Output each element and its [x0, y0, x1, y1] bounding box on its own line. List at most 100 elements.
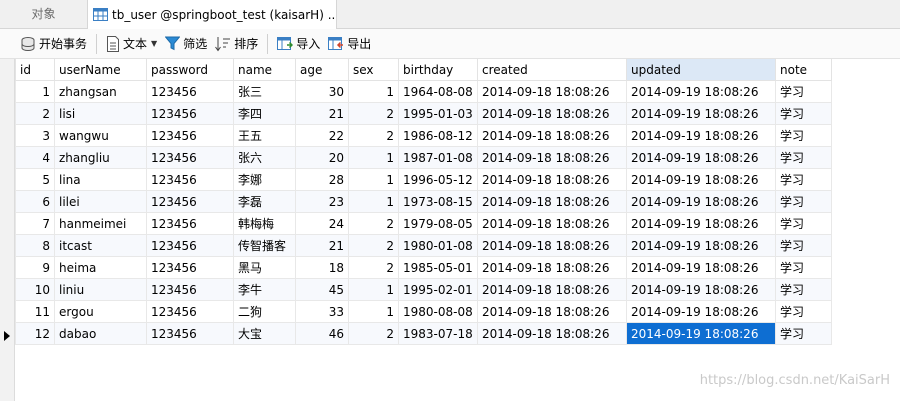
table-row[interactable]: 9 heima 123456 黑马 18 2 1985-05-01 2014-09-18 18…: [15, 256, 832, 279]
cell-id[interactable]: 4: [15, 146, 55, 169]
table-row[interactable]: 6 lilei 123456 李磊 23 1 1973-08-15 2014-09-18 18…: [15, 190, 832, 213]
column-header-age[interactable]: age: [295, 59, 349, 81]
cell-age[interactable]: 21: [295, 102, 349, 125]
cell-note[interactable]: 学习: [775, 256, 832, 279]
cell-updated[interactable]: 2014-09-19 18:08:26: [626, 234, 776, 257]
cell-updated[interactable]: 2014-09-19 18:08:26: [626, 124, 776, 147]
cell-name[interactable]: 张六: [233, 146, 296, 169]
cell-birthday[interactable]: 1986-08-12: [398, 124, 478, 147]
cell-username[interactable]: zhangliu: [54, 146, 147, 169]
cell-username[interactable]: lina: [54, 168, 147, 191]
column-header-note[interactable]: note: [775, 59, 832, 81]
cell-note[interactable]: 学习: [775, 102, 832, 125]
cell-name[interactable]: 李牛: [233, 278, 296, 301]
cell-created[interactable]: 2014-09-18 18:08:26: [477, 212, 627, 235]
cell-sex[interactable]: 2: [348, 102, 399, 125]
cell-created[interactable]: 2014-09-18 18:08:26: [477, 190, 627, 213]
cell-id[interactable]: 5: [15, 168, 55, 191]
cell-age[interactable]: 33: [295, 300, 349, 323]
cell-username[interactable]: lilei: [54, 190, 147, 213]
cell-password[interactable]: 123456: [146, 278, 234, 301]
chevron-down-icon[interactable]: ▼: [151, 39, 157, 48]
sort-button[interactable]: 排序: [211, 32, 262, 56]
cell-created[interactable]: 2014-09-18 18:08:26: [477, 256, 627, 279]
cell-id[interactable]: 9: [15, 256, 55, 279]
cell-password[interactable]: 123456: [146, 168, 234, 191]
cell-age[interactable]: 28: [295, 168, 349, 191]
cell-created[interactable]: 2014-09-18 18:08:26: [477, 146, 627, 169]
cell-id[interactable]: 10: [15, 278, 55, 301]
tab-tb-user[interactable]: tb_user @springboot_test (kaisarH) ...: [87, 0, 337, 29]
cell-username[interactable]: dabao: [54, 322, 147, 345]
table-row[interactable]: 5 lina 123456 李娜 28 1 1996-05-12 2014-09-18 18:…: [15, 168, 832, 191]
cell-sex[interactable]: 1: [348, 146, 399, 169]
cell-name[interactable]: 黑马: [233, 256, 296, 279]
cell-username[interactable]: hanmeimei: [54, 212, 147, 235]
column-header-created[interactable]: created: [477, 59, 627, 81]
cell-birthday[interactable]: 1964-08-08: [398, 80, 478, 103]
cell-sex[interactable]: 2: [348, 234, 399, 257]
cell-created[interactable]: 2014-09-18 18:08:26: [477, 80, 627, 103]
cell-updated[interactable]: 2014-09-19 18:08:26: [626, 278, 776, 301]
cell-age[interactable]: 21: [295, 234, 349, 257]
cell-sex[interactable]: 2: [348, 124, 399, 147]
cell-note[interactable]: 学习: [775, 146, 832, 169]
cell-username[interactable]: zhangsan: [54, 80, 147, 103]
cell-password[interactable]: 123456: [146, 190, 234, 213]
cell-note[interactable]: 学习: [775, 124, 832, 147]
cell-updated[interactable]: 2014-09-19 18:08:26: [626, 102, 776, 125]
cell-name[interactable]: 张三: [233, 80, 296, 103]
cell-age[interactable]: 23: [295, 190, 349, 213]
cell-sex[interactable]: 1: [348, 190, 399, 213]
cell-password[interactable]: 123456: [146, 300, 234, 323]
cell-birthday[interactable]: 1979-08-05: [398, 212, 478, 235]
cell-sex[interactable]: 2: [348, 256, 399, 279]
cell-name[interactable]: 韩梅梅: [233, 212, 296, 235]
cell-sex[interactable]: 2: [348, 322, 399, 345]
cell-age[interactable]: 46: [295, 322, 349, 345]
cell-sex[interactable]: 2: [348, 212, 399, 235]
cell-sex[interactable]: 1: [348, 80, 399, 103]
cell-note[interactable]: 学习: [775, 212, 832, 235]
column-header-birthday[interactable]: birthday: [398, 59, 478, 81]
cell-updated[interactable]: 2014-09-19 18:08:26: [626, 212, 776, 235]
cell-id[interactable]: 11: [15, 300, 55, 323]
cell-created[interactable]: 2014-09-18 18:08:26: [477, 322, 627, 345]
cell-age[interactable]: 24: [295, 212, 349, 235]
cell-id[interactable]: 1: [15, 80, 55, 103]
cell-updated[interactable]: 2014-09-19 18:08:26: [626, 322, 776, 345]
cell-name[interactable]: 传智播客: [233, 234, 296, 257]
export-button[interactable]: 导出: [324, 32, 375, 56]
cell-username[interactable]: ergou: [54, 300, 147, 323]
cell-name[interactable]: 李娜: [233, 168, 296, 191]
cell-name[interactable]: 王五: [233, 124, 296, 147]
cell-password[interactable]: 123456: [146, 234, 234, 257]
cell-created[interactable]: 2014-09-18 18:08:26: [477, 234, 627, 257]
cell-password[interactable]: 123456: [146, 124, 234, 147]
cell-note[interactable]: 学习: [775, 80, 832, 103]
table-row[interactable]: 2 lisi 123456 李四 21 2 1995-01-03 2014-09-18 18:…: [15, 102, 832, 125]
cell-sex[interactable]: 1: [348, 168, 399, 191]
cell-created[interactable]: 2014-09-18 18:08:26: [477, 278, 627, 301]
cell-updated[interactable]: 2014-09-19 18:08:26: [626, 256, 776, 279]
cell-password[interactable]: 123456: [146, 212, 234, 235]
cell-name[interactable]: 大宝: [233, 322, 296, 345]
begin-transaction-button[interactable]: 开始事务: [16, 32, 91, 56]
cell-age[interactable]: 20: [295, 146, 349, 169]
cell-id[interactable]: 8: [15, 234, 55, 257]
table-row[interactable]: 12 dabao 123456 大宝 46 2 1983-07-18 2014-09-18 1…: [15, 322, 832, 345]
cell-updated[interactable]: 2014-09-19 18:08:26: [626, 190, 776, 213]
cell-username[interactable]: liniu: [54, 278, 147, 301]
table-row[interactable]: 3 wangwu 123456 王五 22 2 1986-08-12 2014-09-18 1…: [15, 124, 832, 147]
cell-birthday[interactable]: 1973-08-15: [398, 190, 478, 213]
text-button[interactable]: 文本 ▼: [102, 32, 161, 56]
table-row[interactable]: 10 liniu 123456 李牛 45 1 1995-02-01 2014-09-18 1…: [15, 278, 832, 301]
cell-password[interactable]: 123456: [146, 146, 234, 169]
column-header-sex[interactable]: sex: [348, 59, 399, 81]
cell-id[interactable]: 6: [15, 190, 55, 213]
cell-name[interactable]: 李四: [233, 102, 296, 125]
cell-name[interactable]: 二狗: [233, 300, 296, 323]
cell-birthday[interactable]: 1987-01-08: [398, 146, 478, 169]
cell-updated[interactable]: 2014-09-19 18:08:26: [626, 300, 776, 323]
cell-birthday[interactable]: 1980-08-08: [398, 300, 478, 323]
